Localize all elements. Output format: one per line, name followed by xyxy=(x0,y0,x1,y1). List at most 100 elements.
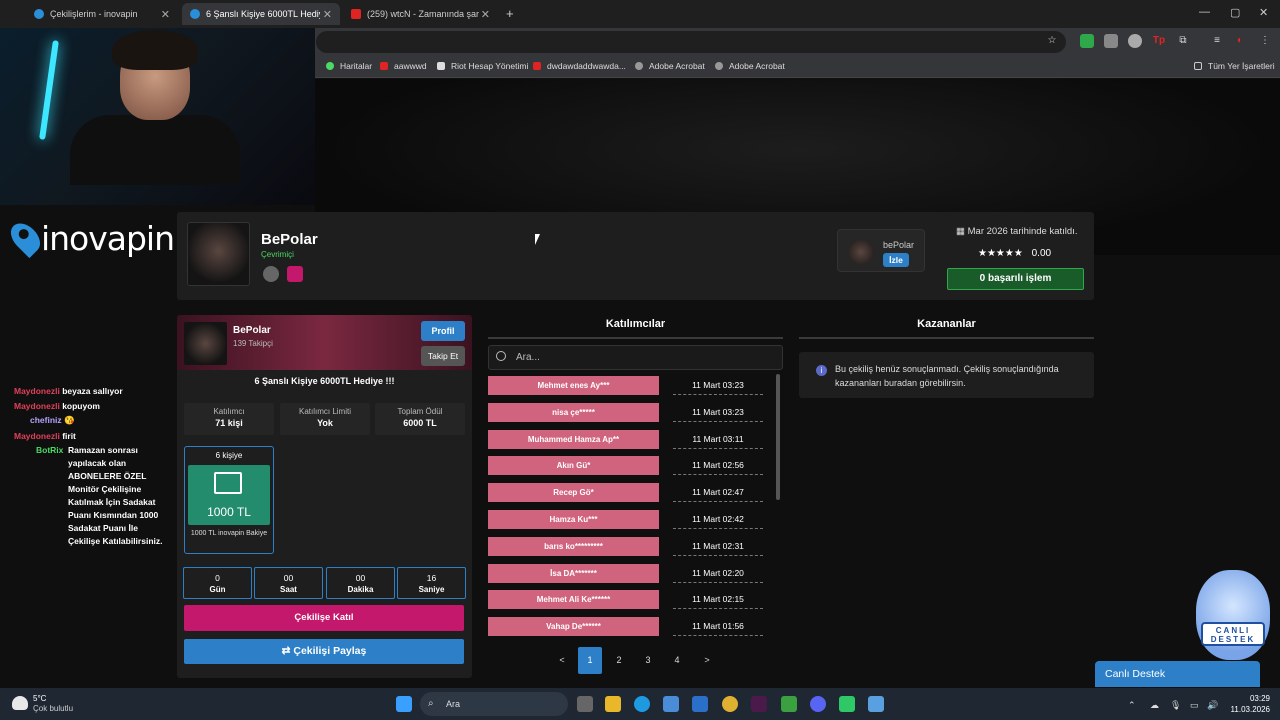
bookmark-item[interactable]: Adobe Acrobat xyxy=(715,61,785,71)
app-icon[interactable] xyxy=(868,696,884,712)
app-icon[interactable] xyxy=(839,696,855,712)
watch-button[interactable]: İzle xyxy=(883,253,909,267)
extension-icon[interactable] xyxy=(1080,34,1094,48)
riot-icon xyxy=(437,62,445,70)
close-window-icon[interactable]: ✕ xyxy=(1259,6,1268,19)
network-icon[interactable]: ▭ xyxy=(1190,700,1199,711)
divider xyxy=(488,337,783,339)
app-icon[interactable] xyxy=(751,696,767,712)
page-button[interactable]: 3 xyxy=(636,647,660,674)
profile-button[interactable]: Profil xyxy=(421,321,465,341)
chat-user: BotRix xyxy=(36,444,66,457)
new-tab-icon[interactable]: + xyxy=(506,6,514,21)
logo-text: inovapin xyxy=(40,218,175,258)
mouse-cursor-icon xyxy=(535,234,544,245)
store-icon[interactable] xyxy=(663,696,679,712)
participant-time: 11 Mart 01:56 xyxy=(673,617,763,637)
stat-participants: Katılımcı 71 kişi xyxy=(184,403,274,435)
participant-row: nisa çe***** 11 Mart 03:23 xyxy=(488,402,774,422)
bookmark-star-icon[interactable]: ☆ xyxy=(1045,34,1059,48)
extension-icon[interactable] xyxy=(1104,34,1118,48)
live-support-widget[interactable]: Canlı Destek xyxy=(1095,661,1260,687)
maximize-icon[interactable]: ▢ xyxy=(1230,6,1240,19)
clock[interactable]: 03:29 11.03.2026 xyxy=(1222,693,1270,715)
windows-start-icon[interactable] xyxy=(396,696,412,712)
countdown-value: 00 xyxy=(355,573,366,583)
edge-icon[interactable] xyxy=(634,696,650,712)
tp-extension-icon[interactable]: Tp xyxy=(1152,34,1166,48)
volume-icon[interactable]: 🔊 xyxy=(1207,700,1218,711)
cloud-icon xyxy=(12,696,28,710)
share-label: Çekilişi Paylaş xyxy=(293,645,367,657)
task-view-icon[interactable] xyxy=(577,696,593,712)
mail-icon[interactable] xyxy=(692,696,708,712)
follow-button[interactable]: Takip Et xyxy=(421,346,465,366)
page-button[interactable]: < xyxy=(550,647,574,674)
mini-avatar[interactable] xyxy=(848,239,874,265)
taskbar-search[interactable] xyxy=(420,692,568,716)
prize-amount: 1000 TL xyxy=(207,505,251,519)
file-explorer-icon[interactable] xyxy=(605,696,621,712)
bookmark-item[interactable]: aawwwd xyxy=(380,61,427,71)
bookmark-item[interactable]: Riot Hesap Yönetimi xyxy=(437,61,528,71)
owner-name[interactable]: BePolar xyxy=(233,325,271,336)
inovapin-logo[interactable]: inovapin xyxy=(5,217,175,259)
support-mascot-label: CANLI DESTEK xyxy=(1201,622,1265,646)
stat-label: Katılımcı Limiti xyxy=(298,407,351,416)
giveaway-title: 6 Şanslı Kişiye 6000TL Hediye !!! xyxy=(254,376,395,386)
media-controls-icon[interactable]: ≡ xyxy=(1210,34,1224,48)
tray-app-icon[interactable]: ☁ xyxy=(1150,700,1159,711)
rank-badge-icon xyxy=(263,266,279,282)
inovapin-favicon-icon xyxy=(190,9,200,19)
chat-message: Maydonezli beyaza sallıyor xyxy=(14,385,174,398)
tab-title: Çekilişlerim - inovapin xyxy=(50,9,138,19)
join-giveaway-button[interactable]: Çekilişe Katıl xyxy=(184,605,464,631)
divider xyxy=(799,337,1094,339)
profile-icon[interactable]: ◐ xyxy=(1233,34,1247,48)
online-status: Çevrimiçi xyxy=(261,250,294,259)
bookmark-item[interactable]: dwdawdaddwawda... xyxy=(533,61,626,71)
close-tab-icon[interactable]: ✕ xyxy=(481,8,490,21)
page-button[interactable]: 1 xyxy=(578,647,602,674)
microphone-icon[interactable]: 🎙 xyxy=(1170,700,1181,711)
chat-text: firit xyxy=(62,431,76,441)
tray-chevron-icon[interactable]: ⌃ xyxy=(1128,700,1136,711)
participant-time: 11 Mart 02:47 xyxy=(673,483,763,503)
page-button[interactable]: 2 xyxy=(607,647,631,674)
profile-name[interactable]: BePolar xyxy=(261,231,318,248)
app-icon[interactable] xyxy=(781,696,797,712)
extension-icon[interactable] xyxy=(1128,34,1142,48)
tab-giveaway[interactable]: 6 Şanslı Kişiye 6000TL Hediye !!! ✕ xyxy=(182,3,340,25)
chrome-icon[interactable] xyxy=(722,696,738,712)
owner-avatar[interactable] xyxy=(184,322,227,365)
discord-icon[interactable] xyxy=(810,696,826,712)
support-mascot[interactable] xyxy=(1196,570,1270,660)
bookmark-item[interactable]: Haritalar xyxy=(326,61,372,71)
weather-desc: Çok bulutlu xyxy=(33,704,74,713)
bookmark-label: dwdawdaddwawda... xyxy=(547,61,626,71)
tab-youtube[interactable]: (259) wtcN - Zamanında şarkısı ✕ xyxy=(343,3,498,25)
page-button[interactable]: > xyxy=(695,647,719,674)
menu-dots-icon[interactable]: ⋮ xyxy=(1258,34,1272,48)
tab-cekilislerim[interactable]: Çekilişlerim - inovapin ✕ xyxy=(26,3,178,25)
participant-row: Recep Gö* 11 Mart 02:47 xyxy=(488,483,774,503)
participant-row: Mehmet enes Ay*** 11 Mart 03:23 xyxy=(488,376,774,395)
all-bookmarks[interactable]: Tüm Yer İşaretleri xyxy=(1194,61,1275,71)
avatar[interactable] xyxy=(187,222,250,286)
page-button[interactable]: 4 xyxy=(665,647,689,674)
success-count-badge: 0 başarılı işlem xyxy=(947,268,1084,290)
address-bar[interactable] xyxy=(316,31,1066,53)
participant-row: Hamza Ku*** 11 Mart 02:42 xyxy=(488,510,774,529)
star-icons: ★★★★★ xyxy=(978,248,1023,259)
gift-icon xyxy=(214,472,242,494)
scrollbar[interactable] xyxy=(776,374,780,500)
weather-temp[interactable]: 5°C xyxy=(33,694,46,703)
share-giveaway-button[interactable]: ⇄ Çekilişi Paylaş xyxy=(184,639,464,664)
extensions-puzzle-icon[interactable]: ⧉ xyxy=(1176,34,1190,48)
minimize-icon[interactable]: — xyxy=(1199,6,1210,18)
close-tab-icon[interactable]: ✕ xyxy=(323,8,332,21)
countdown-hours: 00 Saat xyxy=(254,567,323,599)
bookmark-item[interactable]: Adobe Acrobat xyxy=(635,61,705,71)
close-tab-icon[interactable]: ✕ xyxy=(161,8,170,21)
countdown-value: 0 xyxy=(215,573,220,583)
